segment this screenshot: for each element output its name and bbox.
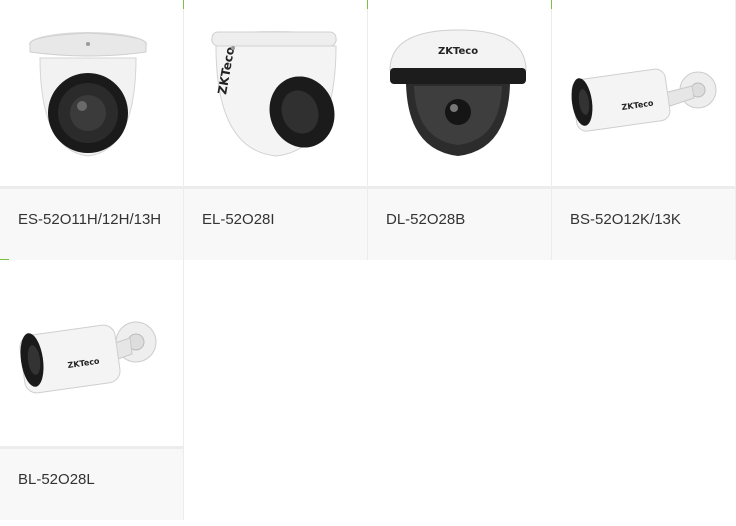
product-label-area: ES-52O11H/12H/13H: [0, 189, 183, 260]
product-card[interactable]: ZKTeco BL-52O28L: [0, 259, 184, 520]
product-card[interactable]: ZKTeco BS-52O12K/13K: [551, 0, 736, 260]
product-name[interactable]: DL-52O28B: [386, 211, 465, 228]
bullet-camera-image: ZKTeco: [19, 321, 157, 394]
product-name[interactable]: BS-52O12K/13K: [570, 211, 681, 228]
product-image[interactable]: ZKTeco: [368, 0, 551, 186]
product-label-area: DL-52O28B: [368, 189, 551, 260]
dome-camera-image: ZKTeco: [389, 29, 527, 156]
product-grid: ES-52O11H/12H/13H ZKTeco EL-52O28I ZKTec…: [0, 0, 736, 526]
product-name[interactable]: BL-52O28L: [18, 471, 95, 488]
product-image[interactable]: ZKTeco: [184, 0, 367, 186]
product-image[interactable]: [0, 0, 183, 186]
product-label-area: BL-52O28L: [0, 449, 183, 520]
product-image[interactable]: ZKTeco: [552, 0, 735, 186]
product-name[interactable]: ES-52O11H/12H/13H: [18, 211, 161, 228]
product-card[interactable]: ZKTeco DL-52O28B: [367, 0, 552, 260]
bullet-camera-image: ZKTeco: [571, 68, 717, 132]
brand-logo: ZKTeco: [438, 46, 478, 57]
product-image[interactable]: ZKTeco: [0, 260, 183, 446]
eyeball-camera-image: ZKTeco: [211, 31, 337, 157]
product-card[interactable]: ZKTeco EL-52O28I: [183, 0, 368, 260]
product-label-area: EL-52O28I: [184, 189, 367, 260]
product-name[interactable]: EL-52O28I: [202, 211, 275, 228]
product-card[interactable]: ES-52O11H/12H/13H: [0, 0, 184, 260]
product-label-area: BS-52O12K/13K: [552, 189, 735, 260]
turret-camera-image: [29, 32, 147, 157]
